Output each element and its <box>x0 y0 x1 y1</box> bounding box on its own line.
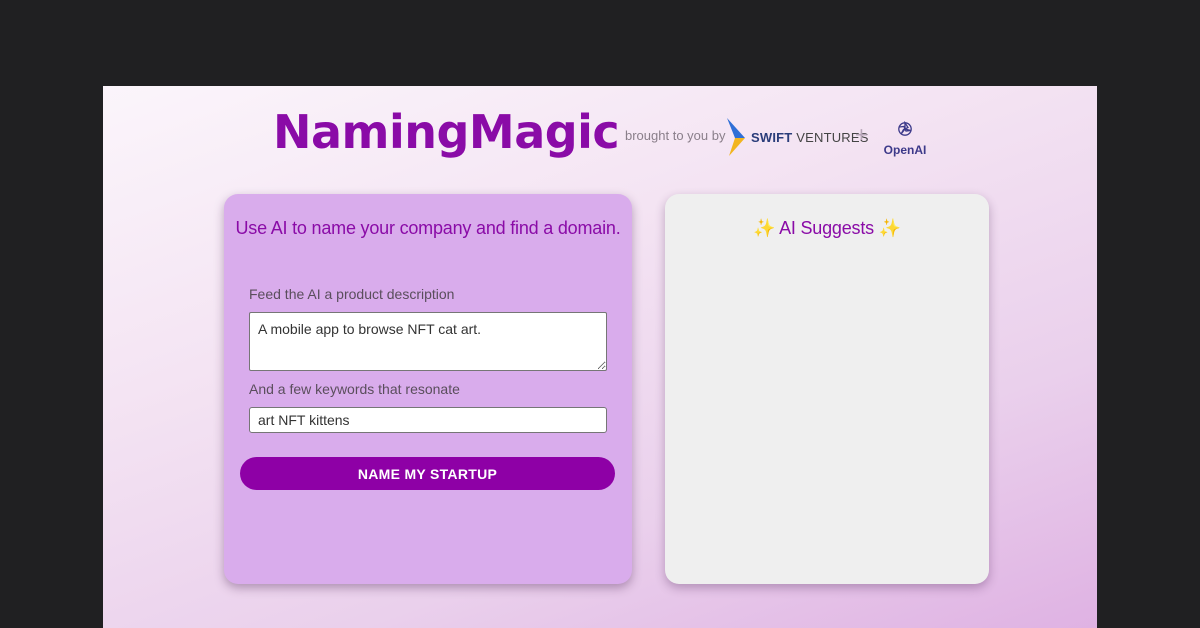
results-heading: ✨ AI Suggests ✨ <box>753 218 901 238</box>
keywords-label: And a few keywords that resonate <box>249 381 460 397</box>
brought-by-text: brought to you by <box>625 128 726 143</box>
description-textarea[interactable]: A mobile app to browse NFT cat art. <box>249 312 607 371</box>
sponsor-name: SWIFT VENTURES <box>751 130 869 145</box>
plus-icon: + <box>855 122 868 147</box>
openai-logo-icon <box>897 120 913 141</box>
swift-ventures-logo-icon <box>727 118 747 156</box>
form-card: Use AI to name your company and find a d… <box>224 194 632 584</box>
openai-link[interactable]: OpenAI <box>881 120 929 157</box>
header: NamingMagic brought to you by SWIFT VENT… <box>103 86 1097 186</box>
description-label: Feed the AI a product description <box>249 286 455 302</box>
name-my-startup-button[interactable]: NAME MY STARTUP <box>240 457 615 490</box>
screen: NamingMagic brought to you by SWIFT VENT… <box>0 0 1200 628</box>
sponsor-name-strong: SWIFT <box>751 129 793 145</box>
sponsor-link[interactable]: SWIFT VENTURES <box>727 118 869 156</box>
app-title: NamingMagic <box>273 105 620 159</box>
form-heading: Use AI to name your company and find a d… <box>235 218 621 238</box>
page: NamingMagic brought to you by SWIFT VENT… <box>103 86 1097 628</box>
openai-wordmark: OpenAI <box>883 143 927 157</box>
results-card: ✨ AI Suggests ✨ <box>665 194 989 584</box>
keywords-input[interactable] <box>249 407 607 433</box>
